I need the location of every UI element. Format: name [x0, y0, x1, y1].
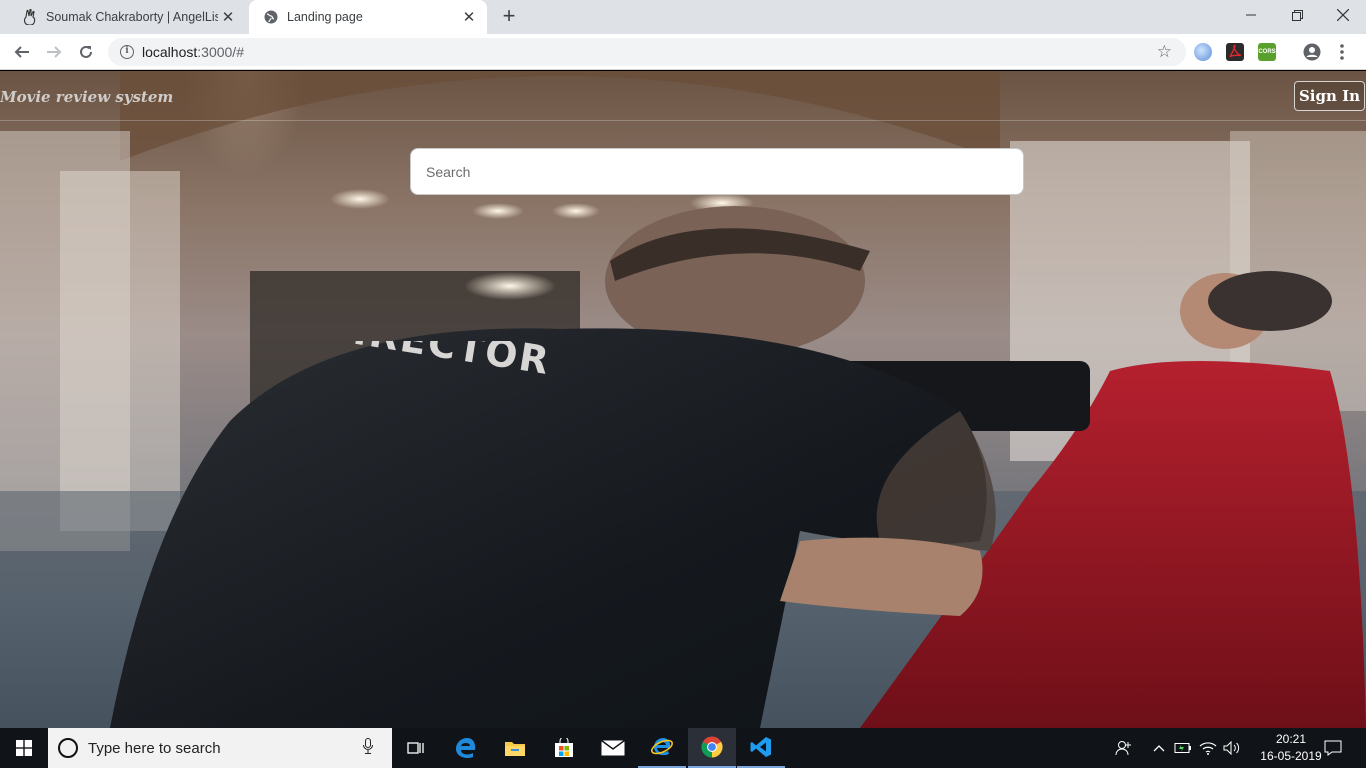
page-navbar: Movie review system Sign In — [0, 71, 1366, 121]
edge-icon[interactable] — [442, 728, 490, 768]
system-clock[interactable]: 20:21 16-05-2019 — [1256, 731, 1326, 765]
sign-in-button[interactable]: Sign In — [1294, 81, 1365, 111]
internet-explorer-icon[interactable] — [638, 728, 686, 768]
minimize-button[interactable] — [1228, 0, 1274, 30]
tab-close-icon[interactable]: ✕ — [218, 7, 238, 27]
people-icon[interactable] — [1110, 728, 1138, 768]
wifi-icon[interactable] — [1196, 728, 1220, 768]
close-window-button[interactable] — [1320, 0, 1366, 30]
reload-button[interactable] — [72, 38, 100, 66]
windows-start-icon[interactable] — [0, 728, 48, 768]
address-bar[interactable]: i localhost:3000/# ☆ — [108, 38, 1186, 66]
microphone-icon[interactable] — [356, 737, 380, 759]
notifications-icon[interactable] — [1318, 728, 1348, 768]
tab-close-icon[interactable]: ✕ — [459, 7, 479, 27]
tab-angellist[interactable]: Soumak Chakraborty | AngelList ✕ — [8, 0, 246, 34]
extension-icon[interactable] — [1194, 43, 1212, 61]
cors-extension-icon[interactable]: CORS — [1258, 43, 1276, 61]
new-tab-button[interactable]: + — [498, 5, 520, 28]
browser-tabstrip: Soumak Chakraborty | AngelList ✕ Landing… — [0, 0, 1366, 34]
profile-avatar-icon[interactable] — [1298, 38, 1326, 66]
chrome-icon[interactable] — [688, 728, 736, 768]
browser-toolbar: i localhost:3000/# ☆ CORS — [0, 34, 1366, 70]
clock-date: 16-05-2019 — [1260, 749, 1322, 763]
tab-title: Soumak Chakraborty | AngelList — [46, 10, 218, 24]
file-explorer-icon[interactable] — [491, 728, 539, 768]
landing-page: DIRECTOR Movie review system Sign In — [0, 71, 1366, 728]
vscode-icon[interactable] — [737, 728, 785, 768]
director-shirt-print: DIRECTOR — [317, 341, 553, 383]
task-view-icon[interactable] — [392, 728, 440, 768]
show-hidden-icons-chevron-icon[interactable] — [1147, 728, 1171, 768]
windows-taskbar: Type here to search 20:21 16-05-2019 — [0, 728, 1366, 768]
store-icon[interactable] — [540, 728, 588, 768]
volume-icon[interactable] — [1220, 728, 1244, 768]
director-print-text: DIRECTOR — [317, 341, 553, 383]
search-input[interactable] — [410, 148, 1024, 195]
back-button[interactable] — [8, 38, 36, 66]
clock-time: 20:21 — [1275, 732, 1307, 746]
mail-icon[interactable] — [589, 728, 637, 768]
tab-title: Landing page — [287, 10, 363, 24]
battery-icon[interactable] — [1172, 728, 1194, 768]
address-url[interactable]: localhost:3000/# — [142, 44, 244, 60]
site-info-icon[interactable]: i — [120, 45, 134, 59]
cortana-icon — [58, 738, 78, 758]
acrobat-icon[interactable] — [1226, 43, 1244, 61]
globe-icon — [263, 9, 279, 25]
tab-landing-page[interactable]: Landing page ✕ — [249, 0, 487, 34]
brand-title[interactable]: Movie review system — [0, 88, 173, 106]
chrome-menu-icon[interactable] — [1328, 38, 1356, 66]
forward-button[interactable] — [40, 38, 68, 66]
bookmark-star-icon[interactable]: ☆ — [1157, 42, 1172, 62]
restore-button[interactable] — [1274, 0, 1320, 30]
taskbar-search-box[interactable]: Type here to search — [48, 728, 392, 768]
taskbar-search-placeholder: Type here to search — [88, 739, 221, 757]
angellist-icon — [22, 9, 38, 25]
